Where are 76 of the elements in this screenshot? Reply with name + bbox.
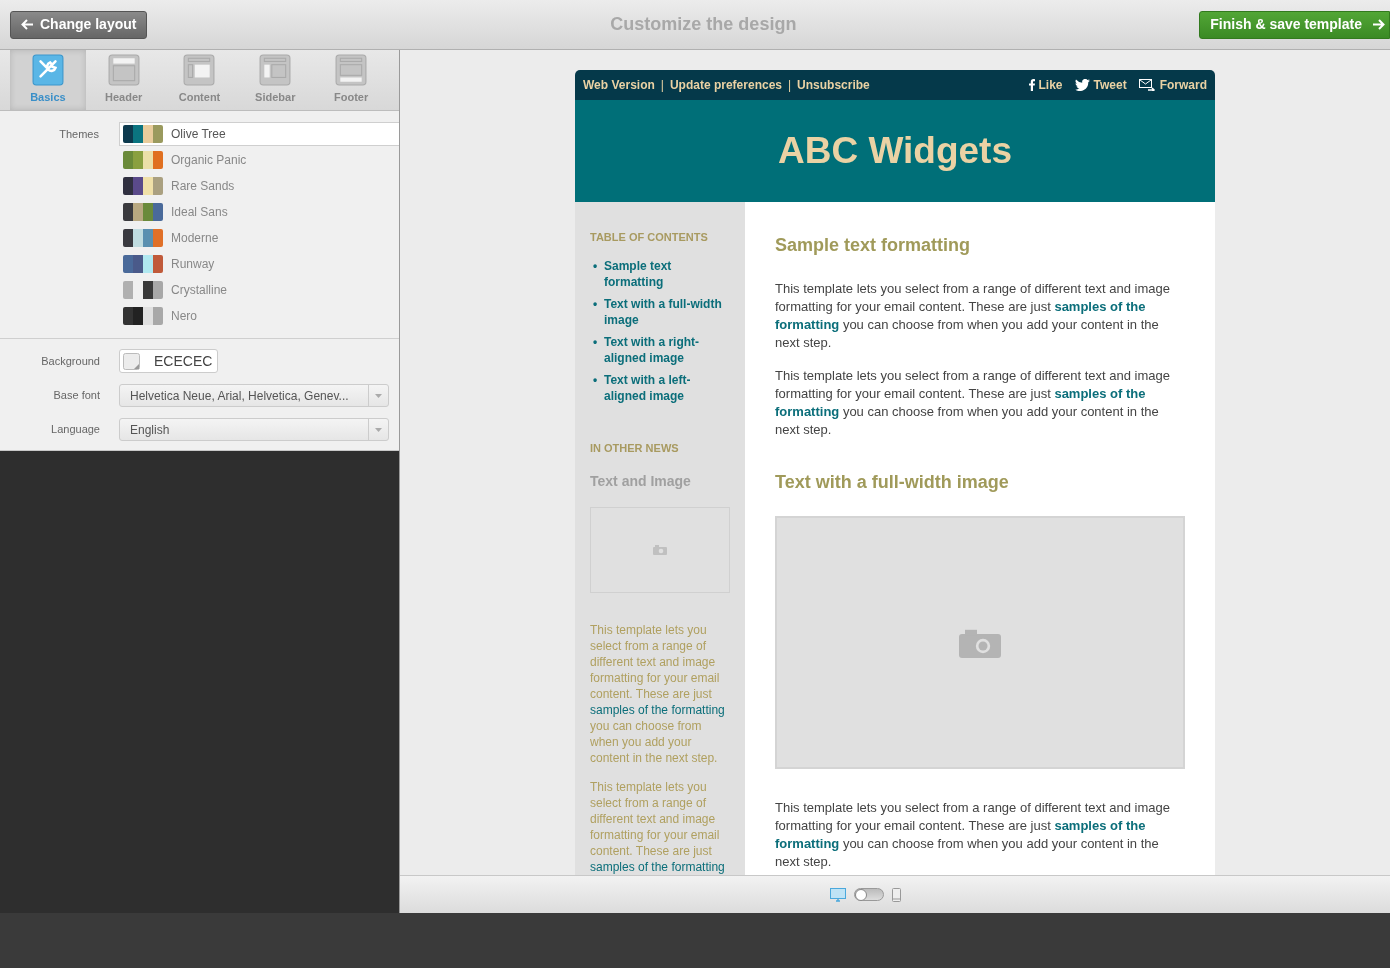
social-link[interactable]: Tweet: [1074, 76, 1127, 95]
field-label: Background: [40, 353, 100, 369]
email-title: ABC Widgets: [778, 129, 1012, 174]
section-heading: Sample text formatting: [775, 234, 972, 257]
arrow-right-icon: [1372, 19, 1385, 30]
layout-icon: [259, 54, 292, 87]
separator: |: [788, 77, 792, 95]
bullet: •: [592, 295, 599, 313]
toc-link[interactable]: Text with a right-aligned image: [604, 333, 730, 366]
bullet: •: [592, 257, 599, 275]
tab[interactable]: Basics: [10, 50, 86, 110]
theme-item[interactable]: Nero: [119, 304, 399, 328]
toc-link[interactable]: Sample text formatting: [604, 257, 730, 290]
layout-icon: [335, 54, 368, 87]
swatch-icon: [123, 177, 163, 195]
swatch-icon: [123, 307, 163, 325]
mail-forward-icon: [1138, 79, 1156, 92]
theme-item[interactable]: Runway: [119, 252, 399, 276]
camera-icon: [959, 627, 1001, 658]
email-link[interactable]: Web Version: [583, 76, 655, 95]
paragraph: This template lets you select from a range of different text and image formatting for your email content. These are just samples of the formatting: [590, 779, 726, 875]
email-link[interactable]: Unsubscribe: [797, 76, 870, 95]
swatch-icon: [123, 229, 163, 247]
section-heading: IN OTHER NEWS: [590, 440, 680, 456]
toc-link[interactable]: Text with a left-aligned image: [604, 371, 730, 404]
field-label: Language: [50, 422, 100, 438]
desktop-view-button[interactable]: [829, 887, 846, 902]
swatch-icon: [123, 203, 163, 221]
theme-item[interactable]: Rare Sands: [119, 174, 399, 198]
finish-button[interactable]: Finish & save template: [1199, 10, 1390, 39]
social-link[interactable]: Like: [1028, 76, 1063, 95]
field-label: Themes: [58, 127, 100, 142]
theme-item[interactable]: Olive Tree: [119, 122, 399, 146]
section-heading: TABLE OF CONTENTS: [590, 230, 709, 245]
social-link[interactable]: Forward: [1138, 76, 1207, 95]
bird-icon: [1074, 79, 1090, 92]
dropdown[interactable]: English: [119, 418, 389, 441]
swatch-icon: [123, 151, 163, 169]
dropdown[interactable]: Helvetica Neue, Arial, Helvetica, Genev...: [119, 384, 389, 407]
view-switch[interactable]: [853, 888, 884, 901]
tab[interactable]: Footer: [313, 50, 389, 110]
swatch-icon: [123, 125, 163, 143]
separator: |: [660, 77, 664, 95]
email-link[interactable]: Update preferences: [669, 76, 782, 95]
swatch-icon: [123, 255, 163, 273]
bullet: •: [592, 333, 599, 351]
toc-link[interactable]: Text with a full-width image: [604, 295, 730, 328]
camera-icon: [653, 545, 667, 555]
caret-icon: [375, 427, 382, 432]
theme-item[interactable]: Ideal Sans: [119, 200, 399, 224]
tools-icon: [31, 54, 64, 87]
tab[interactable]: Sidebar: [237, 50, 314, 110]
field-label: Base font: [52, 388, 100, 404]
tab[interactable]: Content: [161, 50, 238, 110]
paragraph: This template lets you select from a range of different text and image formatting for your email content. These are just samples of the formatting you can choose from when you add your content in the next step.: [590, 622, 726, 766]
theme-item[interactable]: Moderne: [119, 226, 399, 250]
layout-icon: [107, 54, 140, 87]
mobile-view-button[interactable]: [891, 887, 901, 902]
back-button[interactable]: Change layout: [10, 10, 148, 39]
facebook-icon: [1028, 79, 1035, 92]
page-title: Customize the design: [609, 13, 797, 36]
swatch-icon: [123, 281, 163, 299]
arrow-left-icon: [21, 19, 34, 30]
tab[interactable]: Header: [85, 50, 162, 110]
theme-item[interactable]: Organic Panic: [119, 148, 399, 172]
section-heading: Text with a full-width image: [775, 471, 1010, 494]
paragraph: This template lets you select from a range of different text and image formatting for your email content. These are just samples of the formatting you can choose from when you add your content in the next step.: [775, 280, 1172, 352]
paragraph: This template lets you select from a range of different text and image formatting for your email content. These are just samples of the formatting you can choose from when you add your content in the next step.: [775, 367, 1172, 439]
bullet: •: [592, 371, 599, 389]
layout-icon: [183, 54, 216, 87]
color-picker[interactable]: ECECEC: [119, 349, 219, 373]
color-swatch-icon: [123, 352, 140, 370]
paragraph: This template lets you select from a range of different text and image formatting for your email content. These are just samples of the formatting you can choose from when you add your content in the next step.: [775, 799, 1172, 871]
article-title: Text and Image: [590, 472, 692, 491]
theme-item[interactable]: Crystalline: [119, 278, 399, 302]
caret-icon: [375, 393, 382, 398]
